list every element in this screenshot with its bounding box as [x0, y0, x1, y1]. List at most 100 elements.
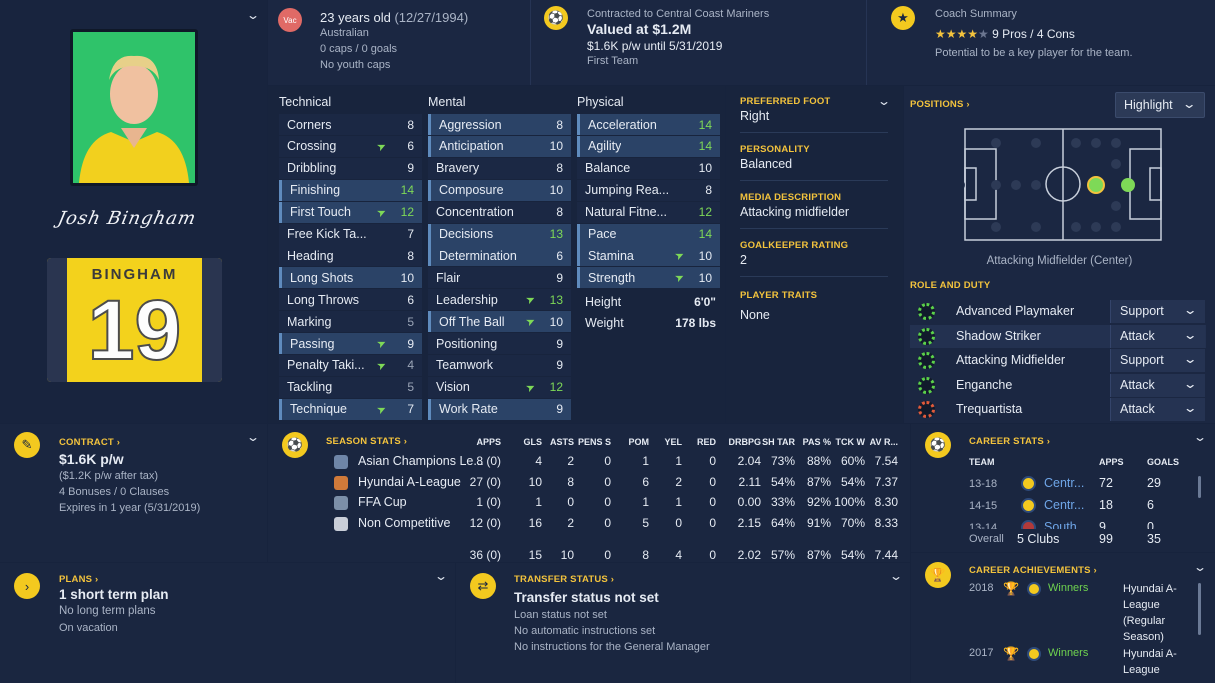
role-row[interactable]: Attacking Midfielder Support ⌄ — [910, 349, 1206, 373]
stat-cell: 5 — [642, 515, 649, 530]
competition-name[interactable]: Hyundai A-League — [358, 475, 461, 489]
divider — [530, 0, 531, 85]
total-cell: 7.44 — [874, 548, 898, 562]
attribute-value: 12 — [549, 380, 563, 395]
attribute-value: 10 — [549, 183, 563, 198]
career-apps: 72 — [1099, 476, 1113, 490]
attribute-name: Stamina — [588, 248, 634, 263]
duty-dropdown[interactable]: Support ⌄ — [1110, 349, 1205, 373]
career-team[interactable]: Centr... — [1044, 476, 1084, 490]
chevron-down-icon[interactable]: ⌄ — [889, 569, 903, 583]
stat-cell: 2.11 — [738, 474, 761, 489]
attribute-value: 8 — [556, 161, 563, 176]
attribute-name: Corners — [287, 117, 332, 132]
attribute-value: 7 — [407, 227, 414, 241]
plans-title[interactable]: PLANS › — [59, 574, 98, 585]
achievement-competition: Hyundai A-League — [1123, 648, 1177, 676]
attribute-row: Agility 14 — [577, 135, 720, 157]
total-cell: 36 (0) — [469, 548, 501, 562]
trend-up-icon: ➤ — [523, 314, 538, 330]
achievement-competition: Hyundai A-League (Regular Season) — [1123, 583, 1177, 643]
attribute-row: Vision ➤ 12 — [428, 376, 571, 398]
stat-cell: 1 — [535, 495, 542, 509]
attribute-row: Free Kick Ta... 7 — [279, 223, 422, 245]
attribute-name: First Touch — [290, 205, 351, 220]
career-team[interactable]: South... — [1044, 520, 1087, 529]
pencil-icon: ✎ — [14, 432, 40, 458]
attribute-value: 14 — [698, 227, 712, 241]
role-row[interactable]: Enganche Attack ⌄ — [910, 373, 1206, 397]
player-card: ⌄ Josh Bingham BINGHAM 19 — [0, 0, 267, 423]
stat-cell: 0 — [604, 454, 611, 468]
stat-cell: 100% — [834, 495, 865, 509]
competition-name[interactable]: FFA Cup — [358, 495, 407, 509]
attribute-row: Marking 5 — [279, 311, 422, 333]
coach-summary-title: Coach Summary — [935, 8, 1017, 20]
achievements-title[interactable]: CAREER ACHIEVEMENTS › — [969, 565, 1097, 576]
season-header: RED — [696, 437, 716, 447]
total-cell: 57% — [770, 548, 795, 562]
attribute-value: 10 — [698, 161, 712, 176]
total-cell: 0 — [709, 548, 716, 562]
duty-dropdown[interactable]: Attack ⌄ — [1110, 398, 1205, 422]
competition-name[interactable]: Non Competitive — [358, 516, 450, 530]
personality-label: PERSONALITY — [740, 144, 810, 155]
chevron-down-icon[interactable]: ⌄ — [246, 8, 260, 22]
competition-logo-icon — [1027, 582, 1041, 596]
overall-apps: 99 — [1099, 532, 1113, 546]
attributes-panel: Technical Mental Physical Corners 8 Crossi… — [268, 86, 725, 423]
total-cell: 54% — [840, 548, 865, 562]
duty-dropdown[interactable]: Support ⌄ — [1110, 300, 1205, 323]
competition-logo-icon — [334, 516, 348, 531]
chevron-down-icon[interactable]: ⌄ — [877, 94, 891, 108]
career-rows-viewport: 13-18 Centr... 72 29 14-15 Centr... 18 6 13-14 So… — [911, 472, 1201, 529]
chevron-down-icon: ⌄ — [1181, 97, 1197, 111]
career-season: 13-14 — [969, 522, 998, 529]
chevron-down-icon[interactable]: ⌄ — [434, 569, 448, 583]
chevron-down-icon[interactable]: ⌄ — [1193, 560, 1207, 574]
divider — [866, 0, 867, 85]
attribute-name: Strength — [588, 270, 636, 285]
role-row[interactable]: Advanced Playmaker Support ⌄ — [910, 300, 1206, 323]
scrollbar[interactable] — [1198, 583, 1201, 635]
attribute-name: Jumping Rea... — [585, 183, 670, 198]
attribute-value: 13 — [549, 227, 563, 241]
career-team[interactable]: Centr... — [1044, 498, 1084, 512]
career-header-goals: GOALS — [1147, 457, 1180, 467]
overall-goals: 35 — [1147, 532, 1161, 546]
duty-dropdown[interactable]: Attack ⌄ — [1110, 324, 1205, 348]
career-header-apps: APPS — [1099, 457, 1124, 467]
highlight-dropdown[interactable]: Highlight ⌄ — [1115, 92, 1205, 118]
attribute-row: Flair 9 — [428, 267, 571, 289]
attribute-value: 9 — [556, 270, 563, 285]
achievement-result: Winners — [1048, 582, 1089, 594]
stat-cell: 10 — [528, 474, 542, 489]
scrollbar[interactable] — [1198, 476, 1201, 498]
attribute-row: Off The Ball ➤ 10 — [428, 311, 571, 333]
stat-cell: 60% — [840, 454, 865, 468]
attribute-row: Stamina ➤ 10 — [577, 245, 720, 267]
career-apps: 9 — [1099, 520, 1106, 529]
positions-title[interactable]: POSITIONS › — [910, 99, 970, 110]
transfer-panel: ⇄ ⌄ TRANSFER STATUS › Transfer status no… — [456, 563, 910, 683]
attribute-row: Positioning 9 — [428, 333, 571, 354]
attribute-name: Work Rate — [439, 402, 498, 417]
chevron-down-icon[interactable]: ⌄ — [1193, 430, 1207, 444]
attribute-row: Balance 10 — [577, 157, 720, 179]
duty-dropdown[interactable]: Attack ⌄ — [1110, 373, 1205, 397]
overall-label: Overall — [969, 533, 1004, 545]
attribute-value: 12 — [698, 205, 712, 220]
season-stats-title[interactable]: SEASON STATS › — [326, 436, 407, 447]
technical-title: Technical — [279, 95, 332, 109]
career-stats-title[interactable]: CAREER STATS › — [969, 436, 1050, 447]
attribute-value: 6 — [407, 292, 414, 307]
chevron-down-icon[interactable]: ⌄ — [246, 430, 260, 444]
competition-name[interactable]: Asian Champions Le... — [358, 454, 484, 468]
role-row[interactable]: Shadow Striker Attack ⌄ — [910, 324, 1206, 348]
contract-title[interactable]: CONTRACT › — [59, 437, 120, 448]
role-row[interactable]: Trequartista Attack ⌄ — [910, 398, 1206, 422]
stat-cell: 0 — [709, 454, 716, 468]
transfer-title[interactable]: TRANSFER STATUS › — [514, 574, 614, 585]
total-cell: 10 — [560, 548, 574, 562]
attribute-value: 8 — [556, 205, 563, 220]
